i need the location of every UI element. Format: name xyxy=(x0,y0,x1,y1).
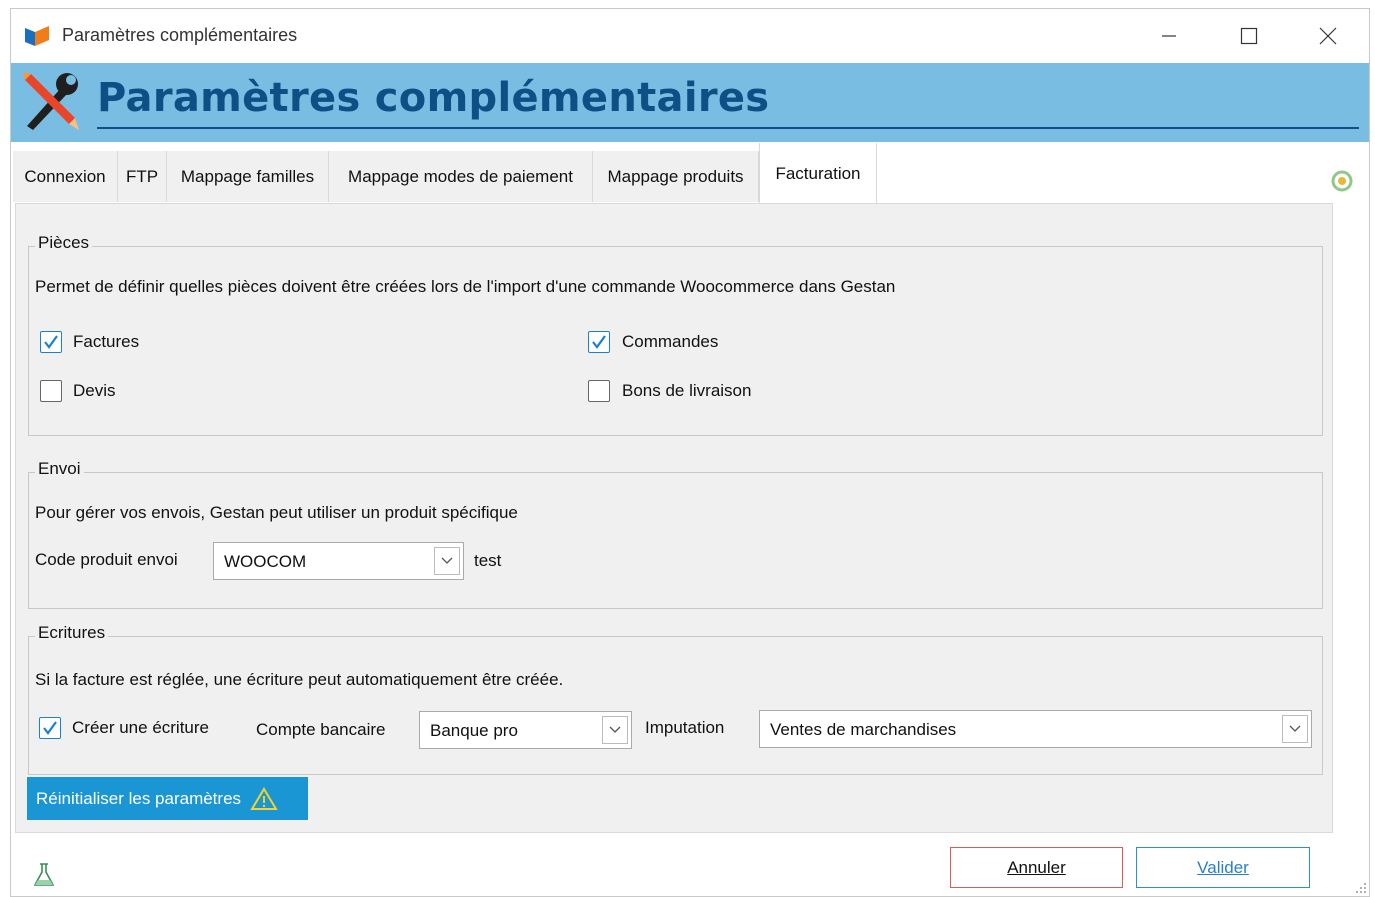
resize-grip-icon[interactable] xyxy=(1355,882,1367,894)
imputation-value: Ventes de marchandises xyxy=(770,720,957,739)
bons-livraison-label: Bons de livraison xyxy=(622,381,752,400)
window-title: Paramètres complémentaires xyxy=(62,25,298,45)
close-button[interactable] xyxy=(1305,17,1351,55)
compte-bancaire-label: Compte bancaire xyxy=(256,720,386,739)
chevron-down-icon xyxy=(1289,725,1301,732)
code-produit-dropdown[interactable] xyxy=(434,547,460,575)
tab-mappage-familles[interactable]: Mappage familles xyxy=(167,151,329,202)
chevron-down-icon xyxy=(609,726,621,733)
code-produit-description: test xyxy=(474,551,502,570)
title-bar: Paramètres complémentaires xyxy=(11,9,1369,63)
header-banner: Paramètres complémentaires xyxy=(11,63,1369,142)
tab-bar: Connexion FTP Mappage familles Mappage m… xyxy=(11,142,1369,204)
compte-bancaire-dropdown[interactable] xyxy=(602,716,628,744)
devis-checkbox[interactable] xyxy=(40,380,62,402)
imputation-combo[interactable]: Ventes de marchandises xyxy=(759,710,1312,748)
close-icon xyxy=(1319,27,1337,45)
creer-ecriture-label: Créer une écriture xyxy=(72,718,210,737)
cancel-button[interactable]: Annuler xyxy=(950,847,1123,888)
imputation-label: Imputation xyxy=(645,718,725,737)
bons-livraison-checkbox[interactable] xyxy=(588,380,610,402)
imputation-dropdown[interactable] xyxy=(1282,715,1308,743)
code-produit-label: Code produit envoi xyxy=(35,550,178,569)
compte-bancaire-combo[interactable]: Banque pro xyxy=(419,711,632,749)
minimize-button[interactable] xyxy=(1146,17,1192,55)
maximize-button[interactable] xyxy=(1226,17,1272,55)
tab-ftp[interactable]: FTP xyxy=(118,151,167,202)
facturation-panel: Pièces Permet de définir quelles pièces … xyxy=(15,203,1333,833)
code-produit-combo[interactable]: WOOCOM xyxy=(213,542,464,580)
factures-label: Factures xyxy=(73,332,140,351)
app-logo-icon xyxy=(25,26,49,46)
validate-button[interactable]: Valider xyxy=(1136,847,1310,888)
warning-icon xyxy=(250,786,278,810)
envoi-title: Envoi xyxy=(35,459,84,479)
tab-connexion[interactable]: Connexion xyxy=(13,151,118,202)
commandes-label: Commandes xyxy=(622,332,719,351)
checkmark-icon xyxy=(43,721,57,735)
devis-label: Devis xyxy=(73,381,116,400)
ecritures-group: Ecritures Si la facture est réglée, une … xyxy=(28,623,1323,775)
page-title: Paramètres complémentaires xyxy=(97,75,770,121)
checkmark-icon xyxy=(44,335,58,349)
refresh-icon[interactable] xyxy=(1331,170,1353,192)
reset-settings-label: Réinitialiser les paramètres xyxy=(36,788,242,808)
code-produit-value: WOOCOM xyxy=(224,552,307,571)
pieces-description: Permet de définir quelles pièces doivent… xyxy=(35,277,896,296)
tools-icon xyxy=(23,72,79,130)
pieces-title: Pièces xyxy=(35,233,93,253)
dialog-window: Paramètres complémentaires Paramètres co… xyxy=(10,8,1370,897)
ecritures-description: Si la facture est réglée, une écriture p… xyxy=(35,670,564,689)
title-underline xyxy=(97,127,1359,129)
flask-icon[interactable] xyxy=(31,861,57,889)
checkmark-icon xyxy=(592,335,606,349)
chevron-down-icon xyxy=(441,557,453,564)
reset-settings-button[interactable]: Réinitialiser les paramètres xyxy=(27,777,308,820)
minimize-icon xyxy=(1162,35,1176,37)
envoi-description: Pour gérer vos envois, Gestan peut utili… xyxy=(35,503,518,522)
factures-checkbox[interactable] xyxy=(40,331,62,353)
ecritures-title: Ecritures xyxy=(35,623,109,643)
creer-ecriture-checkbox[interactable] xyxy=(39,717,61,739)
maximize-icon xyxy=(1240,27,1258,45)
tab-mappage-modes-paiement[interactable]: Mappage modes de paiement xyxy=(329,151,593,202)
tab-mappage-produits[interactable]: Mappage produits xyxy=(593,151,759,202)
pieces-group: Pièces Permet de définir quelles pièces … xyxy=(28,233,1323,436)
commandes-checkbox[interactable] xyxy=(588,331,610,353)
envoi-group: Envoi Pour gérer vos envois, Gestan peut… xyxy=(28,459,1323,609)
tab-facturation[interactable]: Facturation xyxy=(759,143,877,204)
compte-bancaire-value: Banque pro xyxy=(430,721,518,740)
